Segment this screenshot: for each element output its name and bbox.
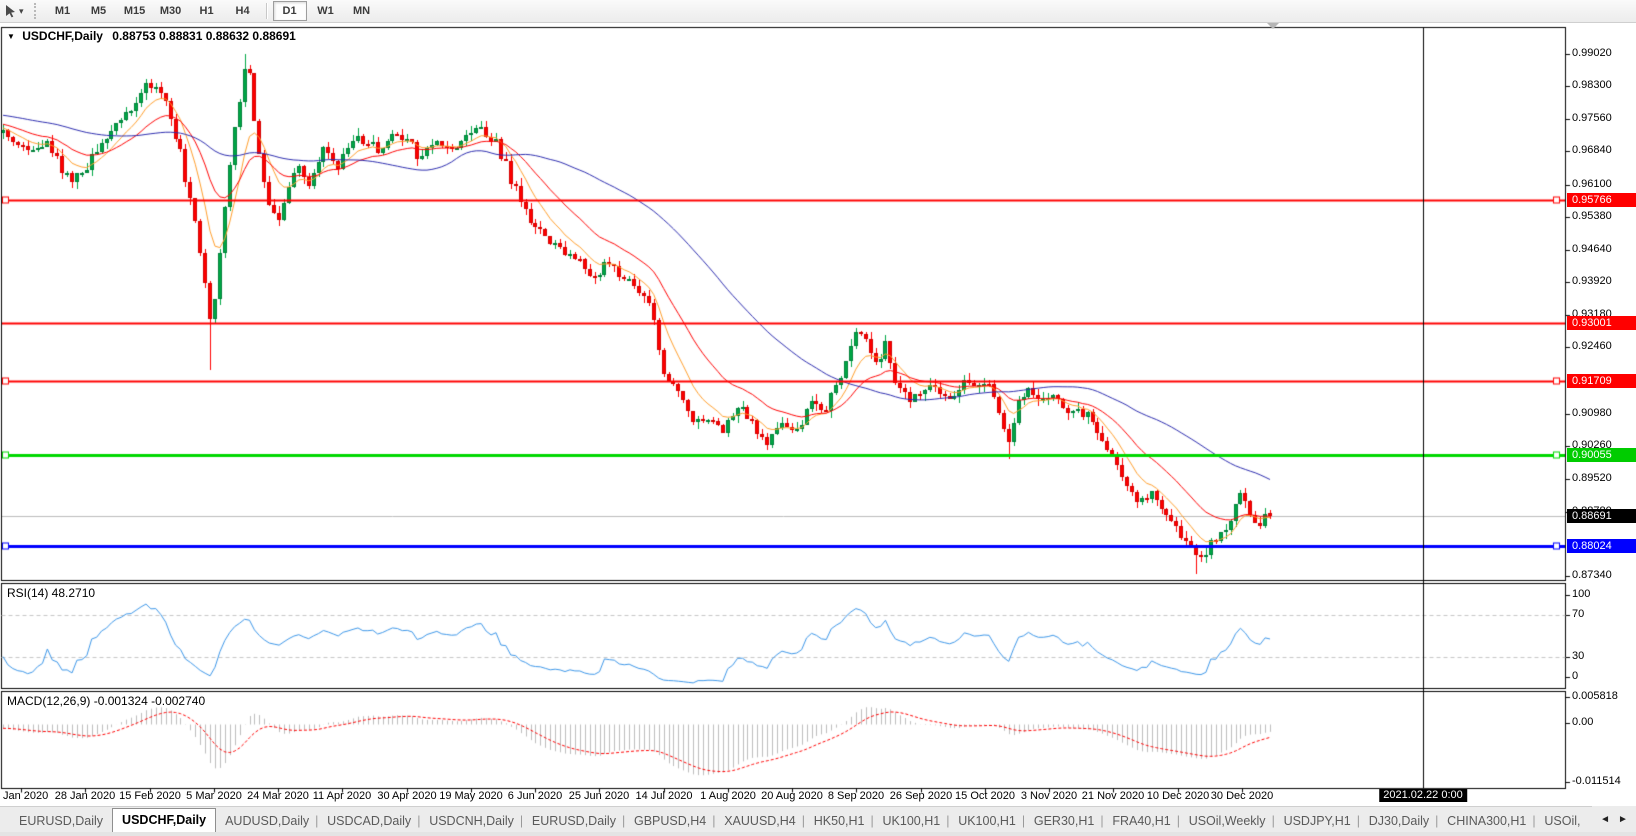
macd-label: MACD(12,26,9) -0.001324 -0.002740: [7, 694, 205, 708]
date-tick-label: 10 Dec 2020: [1147, 790, 1209, 802]
chart-symbol-period: USDCHF,Daily: [22, 29, 103, 43]
date-tick-label: 24 Mar 2020: [247, 790, 309, 802]
timeframe-button-d1[interactable]: D1: [273, 1, 307, 21]
toolbar-separator: [266, 3, 267, 19]
chart-tab-3[interactable]: USDCAD,Daily: [318, 811, 420, 832]
date-tick-label: 15 Feb 2020: [119, 790, 181, 802]
cursor-tool-button[interactable]: ▾: [0, 0, 30, 22]
macd-scale-label: 0.005818: [1572, 690, 1618, 702]
chart-tab-0[interactable]: EURUSD,Daily: [10, 811, 112, 832]
chart-tab-8[interactable]: HK50,H1: [805, 811, 874, 832]
price-level-box: 0.88691: [1567, 509, 1636, 523]
date-tick-label: 30 Apr 2020: [377, 790, 436, 802]
price-tick-label: 0.94640: [1572, 243, 1612, 255]
price-tick-label: 0.93920: [1572, 275, 1612, 287]
rsi-scale-label: 70: [1572, 608, 1584, 620]
rsi-scale-label: 30: [1572, 650, 1584, 662]
chart-tab-1[interactable]: USDCHF,Daily: [112, 808, 216, 832]
chart-tab-9[interactable]: UK100,H1: [874, 811, 950, 832]
price-tick-label: 0.87340: [1572, 569, 1612, 581]
rsi-scale-label: 0: [1572, 670, 1578, 682]
date-tick-label: 20 Aug 2020: [761, 790, 823, 802]
collapse-triangle-icon[interactable]: ▼: [7, 32, 15, 41]
macd-scale-label: 0.00: [1572, 716, 1593, 728]
date-tick-label: 26 Sep 2020: [890, 790, 952, 802]
toolbar: ▾ M1M5M15M30H1H4 D1W1MN: [0, 0, 1636, 23]
chart-tab-11[interactable]: GER30,H1: [1025, 811, 1103, 832]
chart-ohlc-values: 0.88753 0.88831 0.88632 0.88691: [112, 29, 296, 43]
price-tick-label: 0.89520: [1572, 472, 1612, 484]
timeframe-button-w1[interactable]: W1: [309, 1, 343, 21]
macd-scale-label: -0.011514: [1572, 775, 1621, 787]
price-level-box: 0.91709: [1567, 374, 1636, 388]
chart-tab-6[interactable]: GBPUSD,H4: [625, 811, 715, 832]
chart-tab-7[interactable]: XAUUSD,H4: [715, 811, 805, 832]
date-tick-label: 30 Dec 2020: [1211, 790, 1273, 802]
price-tick-label: 0.95380: [1572, 210, 1612, 222]
timeframe-button-m5[interactable]: M5: [82, 1, 116, 21]
price-tick-label: 0.96100: [1572, 178, 1612, 190]
timeframe-button-mn[interactable]: MN: [345, 1, 379, 21]
date-tick-label: 3 Nov 2020: [1021, 790, 1077, 802]
chart-canvas[interactable]: [0, 0, 1636, 836]
date-tick-label: 5 Mar 2020: [186, 790, 242, 802]
timeframe-buttons: M1M5M15M30H1H4 D1W1MN: [45, 1, 380, 21]
date-tick-label: 19 May 2020: [439, 790, 503, 802]
rsi-scale-label: 100: [1572, 588, 1590, 600]
tab-scroll-left-icon[interactable]: ◄: [1600, 814, 1610, 825]
price-level-box: 0.93001: [1567, 316, 1636, 330]
price-level-box: 0.88024: [1567, 539, 1636, 553]
status-strip: [0, 832, 1636, 836]
date-tick-label: 11 Apr 2020: [313, 790, 372, 802]
chart-tab-13[interactable]: USOil,Weekly: [1180, 811, 1275, 832]
chart-tab-4[interactable]: USDCNH,Daily: [420, 811, 523, 832]
price-tick-label: 0.99020: [1572, 47, 1612, 59]
chart-tab-12[interactable]: FRA40,H1: [1103, 811, 1179, 832]
chart-tab-5[interactable]: EURUSD,Daily: [523, 811, 625, 832]
rsi-label: RSI(14) 48.2710: [7, 586, 95, 600]
price-level-box: 0.95766: [1567, 193, 1636, 207]
cursor-arrow-icon: [4, 4, 17, 18]
chart-tab-17[interactable]: USOil,: [1535, 811, 1589, 832]
date-tick-label: 9 Jan 2020: [0, 790, 48, 802]
price-tick-label: 0.97560: [1572, 112, 1612, 124]
chart-tab-15[interactable]: DJ30,Daily: [1360, 811, 1438, 832]
date-tick-label: 14 Jul 2020: [636, 790, 693, 802]
date-tick-label: 15 Oct 2020: [955, 790, 1015, 802]
timeframe-button-m15[interactable]: M15: [118, 1, 152, 21]
chart-tab-bar: EURUSD,DailyUSDCHF,DailyAUDUSD,DailyUSDC…: [0, 806, 1636, 832]
date-tick-label: 8 Sep 2020: [828, 790, 884, 802]
price-tick-label: 0.90980: [1572, 407, 1612, 419]
date-tick-label: 6 Jun 2020: [508, 790, 562, 802]
date-tick-label: 25 Jun 2020: [569, 790, 630, 802]
price-tick-label: 0.96840: [1572, 144, 1612, 156]
chart-title: ▼ USDCHF,Daily 0.88753 0.88831 0.88632 0…: [7, 29, 296, 43]
price-tick-label: 0.98300: [1572, 79, 1612, 91]
date-tick-label: 28 Jan 2020: [55, 790, 116, 802]
timeframe-button-m30[interactable]: M30: [154, 1, 188, 21]
price-level-box: 0.90055: [1567, 448, 1636, 462]
chart-tab-2[interactable]: AUDUSD,Daily: [216, 811, 318, 832]
chart-tab-10[interactable]: UK100,H1: [949, 811, 1025, 832]
date-tick-label: 1 Aug 2020: [700, 790, 756, 802]
chart-tab-14[interactable]: USDJPY,H1: [1275, 811, 1360, 832]
chart-tab-16[interactable]: CHINA300,H1: [1438, 811, 1535, 832]
timeframe-button-h1[interactable]: H1: [190, 1, 224, 21]
timeframe-button-m1[interactable]: M1: [46, 1, 80, 21]
date-tick-label: 21 Nov 2020: [1082, 790, 1144, 802]
dropdown-caret-icon: ▾: [19, 6, 24, 17]
trading-platform-window: ▾ M1M5M15M30H1H4 D1W1MN ▼ USDCHF,Daily 0.…: [0, 0, 1636, 836]
toolbar-grip[interactable]: [34, 3, 41, 19]
timeframe-button-h4[interactable]: H4: [226, 1, 260, 21]
tab-scroll-right-icon[interactable]: ►: [1618, 814, 1628, 825]
tab-scroll-arrows: ◄ ►: [1592, 806, 1636, 832]
autoscroll-triangle-icon[interactable]: [1267, 23, 1279, 29]
vertical-line-date-marker[interactable]: 2021.02.22 0:00: [1379, 789, 1467, 802]
price-tick-label: 0.92460: [1572, 340, 1612, 352]
